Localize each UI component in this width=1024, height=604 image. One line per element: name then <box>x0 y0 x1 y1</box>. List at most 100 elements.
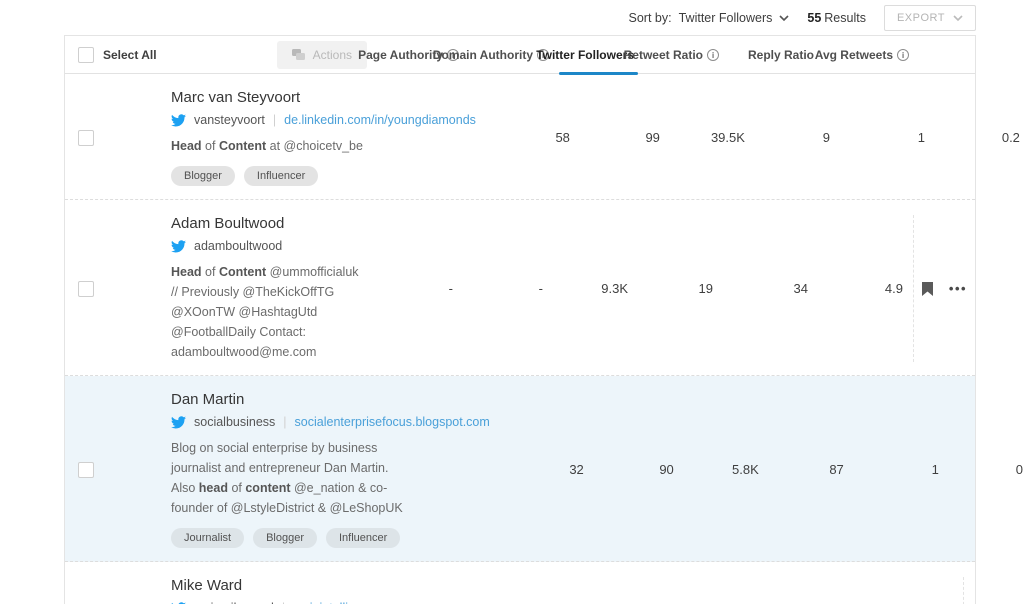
tag-pill: Blogger <box>171 166 235 186</box>
metric-value-domain-authority: 90 <box>594 462 684 477</box>
bio-segment: of <box>202 139 219 153</box>
metric-value-retweet-ratio: 87 <box>769 462 854 477</box>
select-all-label: Select All <box>103 48 157 62</box>
metric-value-twitter-followers: 9.3K <box>553 281 638 296</box>
more-options-icon: ••• <box>949 281 967 296</box>
info-icon[interactable]: i <box>707 49 719 61</box>
row-actions-cell: ••• <box>963 577 1024 604</box>
bio-bold-segment: Head <box>171 265 202 279</box>
metric-value-avg-retweets: 4.9 <box>818 281 913 296</box>
bio-segment: @ummofficialuk // Previously @TheKickOff… <box>171 265 359 359</box>
metric-value-twitter-followers: 5.8K <box>684 462 769 477</box>
bio-segment: at @choicetv_be <box>266 139 363 153</box>
row-checkbox[interactable] <box>78 281 94 297</box>
table-row: Mike Ward scripmikeward | scripintellige… <box>65 562 975 604</box>
sort-by-dropdown[interactable]: Sort by: Twitter Followers <box>629 11 790 25</box>
twitter-icon <box>171 416 186 429</box>
person-name[interactable]: Dan Martin <box>171 391 490 408</box>
bio-segment: of <box>228 481 245 495</box>
tag-pill: Journalist <box>171 528 244 548</box>
export-button[interactable]: EXPORT <box>884 5 976 31</box>
column-header-reply-ratio[interactable]: Reply Ratio <box>723 36 818 73</box>
person-name[interactable]: Marc van Steyvoort <box>171 89 476 106</box>
person-bio: Head of Content at @choicetv_be <box>171 136 403 156</box>
metric-value-reply-ratio: 1 <box>854 462 949 477</box>
row-actions-cell: ••• <box>913 215 975 362</box>
tag-pill: Blogger <box>253 528 317 548</box>
metric-value-retweet-ratio: 19 <box>638 281 723 296</box>
column-header-avg-retweets[interactable]: Avg Retweets i <box>818 36 913 73</box>
table-row: Marc van Steyvoort vansteyvoort | de.lin… <box>65 74 975 200</box>
select-all-checkbox[interactable] <box>78 47 94 63</box>
column-header-label: Retweet Ratio <box>624 48 703 62</box>
bookmark-button[interactable] <box>920 280 935 298</box>
table-row: Adam Boultwood adamboultwood Head of Con… <box>65 200 975 376</box>
tag-list: Blogger Influencer <box>171 166 476 186</box>
twitter-handle[interactable]: adamboultwood <box>194 239 282 253</box>
top-toolbar: Sort by: Twitter Followers 55Results EXP… <box>0 0 1024 35</box>
person-bio: Head of Content @ummofficialuk // Previo… <box>171 262 359 362</box>
actions-button[interactable]: Actions <box>277 41 367 69</box>
results-count: 55Results <box>807 11 866 25</box>
bio-bold-segment: Head <box>171 139 202 153</box>
column-header-label: Twitter Followers <box>536 48 634 62</box>
handle-separator: | <box>273 113 276 127</box>
column-header-retweet-ratio[interactable]: Retweet Ratioi <box>638 36 723 73</box>
sort-by-label: Sort by: <box>629 11 672 25</box>
more-options-button[interactable]: ••• <box>947 283 969 295</box>
profile-cell: Dan Martin socialbusiness | socialenterp… <box>107 391 504 548</box>
column-header-label: Page Authority <box>358 48 443 62</box>
results-count-label: Results <box>824 11 866 25</box>
row-checkbox[interactable] <box>78 130 94 146</box>
table-row: Dan Martin socialbusiness | socialenterp… <box>65 376 975 562</box>
metric-value-page-authority: 58 <box>490 130 580 145</box>
bio-bold-segment: Content <box>219 139 266 153</box>
metric-value-retweet-ratio: 9 <box>755 130 840 145</box>
twitter-icon <box>171 240 186 253</box>
twitter-handle[interactable]: socialbusiness <box>194 415 275 429</box>
tags-icon <box>292 49 306 61</box>
metric-value-page-authority: - <box>373 281 463 296</box>
table-header-row: Select All Actions Page Authority i Domain… <box>65 36 975 74</box>
column-header-label: Reply Ratio <box>748 48 814 62</box>
chevron-down-icon <box>953 13 963 23</box>
results-card: Select All Actions Page Authority i Domain… <box>64 35 976 604</box>
handle-line: adamboultwood <box>171 239 359 253</box>
row-checkbox-cell <box>65 281 107 297</box>
table-header-left: Select All Actions <box>65 36 373 73</box>
info-icon[interactable]: i <box>897 49 909 61</box>
bio-bold-segment: head <box>199 481 228 495</box>
profile-cell: Mike Ward scripmikeward | scripintellige… <box>107 577 423 604</box>
metric-value-twitter-followers: 39.5K <box>670 130 755 145</box>
metric-value-page-authority: 32 <box>504 462 594 477</box>
tag-list: Journalist Blogger Influencer <box>171 528 490 548</box>
column-header-label: Domain Authority <box>433 48 533 62</box>
metric-value-domain-authority: 99 <box>580 130 670 145</box>
person-bio: Blog on social enterprise by business jo… <box>171 438 403 518</box>
tag-pill: Influencer <box>326 528 400 548</box>
profile-cell: Marc van Steyvoort vansteyvoort | de.lin… <box>107 89 490 186</box>
row-checkbox-cell <box>65 462 107 478</box>
sort-by-value: Twitter Followers <box>679 11 773 25</box>
row-checkbox-cell <box>65 130 107 146</box>
tag-pill: Influencer <box>244 166 318 186</box>
column-header-label: Avg Retweets <box>815 48 893 62</box>
bio-bold-segment: Content <box>219 265 266 279</box>
metric-value-reply-ratio: 34 <box>723 281 818 296</box>
profile-cell: Adam Boultwood adamboultwood Head of Con… <box>107 215 373 362</box>
handle-line: vansteyvoort | de.linkedin.com/in/youngd… <box>171 113 476 127</box>
bookmark-icon <box>922 282 933 296</box>
twitter-icon <box>171 114 186 127</box>
website-link[interactable]: socialenterprisefocus.blogspot.com <box>295 415 490 429</box>
metric-value-avg-retweets: 0.2 <box>935 130 1024 145</box>
bio-bold-segment: content <box>245 481 290 495</box>
metric-value-avg-retweets: 0.4 <box>949 462 1024 477</box>
chevron-down-icon <box>779 13 789 23</box>
website-link[interactable]: de.linkedin.com/in/youngdiamonds <box>284 113 476 127</box>
metric-value-domain-authority: - <box>463 281 553 296</box>
row-checkbox[interactable] <box>78 462 94 478</box>
metric-value-reply-ratio: 1 <box>840 130 935 145</box>
twitter-handle[interactable]: vansteyvoort <box>194 113 265 127</box>
person-name[interactable]: Mike Ward <box>171 577 409 594</box>
person-name[interactable]: Adam Boultwood <box>171 215 359 232</box>
